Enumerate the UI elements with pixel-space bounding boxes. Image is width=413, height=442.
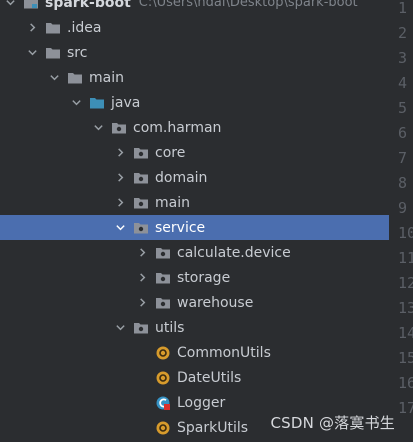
chevron-down-icon[interactable] [112, 215, 128, 240]
tree-node-src[interactable]: src [0, 40, 389, 65]
watermark: CSDN @落寞书生 [270, 414, 395, 432]
tree-node-label: domain [155, 169, 208, 186]
tree-node-label: Logger [177, 394, 226, 411]
tree-node-domain[interactable]: domain [0, 165, 389, 190]
tree-node-main[interactable]: main [0, 65, 389, 90]
package-icon [132, 165, 150, 190]
package-icon [110, 115, 128, 140]
tree-node-label: com.harman [133, 119, 222, 136]
tree-node-storage[interactable]: storage [0, 265, 389, 290]
tree-node-main-package[interactable]: main [0, 190, 389, 215]
line-number: 6 [398, 124, 408, 142]
chevron-right-icon[interactable] [112, 190, 128, 215]
scala-object-icon [154, 365, 172, 390]
line-number: 13 [398, 299, 413, 317]
line-number: 16 [398, 374, 413, 392]
line-number: 1 [398, 0, 408, 17]
tree-node-core[interactable]: core [0, 140, 389, 165]
tree-node-label: storage [177, 269, 231, 286]
line-number: 14 [398, 324, 413, 342]
line-number: 8 [398, 174, 408, 192]
package-icon [154, 265, 172, 290]
tree-node-label: DateUtils [177, 369, 242, 386]
tree-node-label: main [89, 69, 124, 86]
package-icon [154, 240, 172, 265]
tree-node-java[interactable]: java [0, 90, 389, 115]
chevron-right-icon[interactable] [24, 15, 40, 40]
tree-node-label: main [155, 194, 190, 211]
package-icon [132, 190, 150, 215]
package-icon [132, 215, 150, 240]
tree-node-dateutils[interactable]: DateUtils [0, 365, 389, 390]
line-number: 17 [398, 399, 413, 417]
scala-object-icon [154, 340, 172, 365]
tree-node-com-harman[interactable]: com.harman [0, 115, 389, 140]
line-number: 3 [398, 49, 408, 67]
scala-object-icon [154, 415, 172, 440]
line-number: 12 [398, 274, 413, 292]
chevron-right-icon[interactable] [112, 140, 128, 165]
folder-icon [44, 15, 62, 40]
tree-node-commonutils[interactable]: CommonUtils [0, 340, 389, 365]
tree-node-idea[interactable]: .idea [0, 15, 389, 40]
module-folder-icon [22, 0, 40, 15]
chevron-right-icon[interactable] [134, 290, 150, 315]
package-icon [132, 140, 150, 165]
tree-node-utils[interactable]: utils [0, 315, 389, 340]
chevron-down-icon[interactable] [90, 115, 106, 140]
tree-node-label: spark-boot [45, 0, 131, 11]
line-number: 5 [398, 99, 408, 117]
tree-node-label: service [155, 219, 206, 236]
chevron-right-icon[interactable] [134, 265, 150, 290]
tree-node-service[interactable]: service [0, 215, 389, 240]
folder-icon [66, 65, 84, 90]
chevron-down-icon[interactable] [24, 40, 40, 65]
tree-node-warehouse[interactable]: warehouse [0, 290, 389, 315]
project-path: C:\Users\hdai\Desktop\spark-boot [138, 0, 358, 10]
chevron-right-icon[interactable] [112, 165, 128, 190]
line-number: 7 [398, 149, 408, 167]
chevron-right-icon[interactable] [134, 240, 150, 265]
tree-node-label: CommonUtils [177, 344, 271, 361]
tree-node-label: .idea [67, 19, 102, 36]
line-number: 9 [398, 199, 408, 217]
tree-node-label: calculate.device [177, 244, 291, 261]
chevron-down-icon[interactable] [46, 65, 62, 90]
tree-node-label: warehouse [177, 294, 254, 311]
line-number: 11 [398, 249, 413, 267]
tree-node-label: SparkUtils [177, 419, 249, 436]
line-number: 4 [398, 74, 408, 92]
tree-node-label: src [67, 44, 88, 61]
project-tree[interactable]: spark-boot C:\Users\hdai\Desktop\spark-bo… [0, 0, 389, 442]
tree-node-label: utils [155, 319, 185, 336]
folder-icon [44, 40, 62, 65]
tree-node-label: core [155, 144, 186, 161]
tree-node-label: java [111, 94, 141, 111]
chevron-down-icon[interactable] [2, 0, 18, 15]
tree-node-spark-boot[interactable]: spark-boot C:\Users\hdai\Desktop\spark-bo… [0, 0, 389, 15]
source-folder-icon [88, 90, 106, 115]
chevron-down-icon[interactable] [112, 315, 128, 340]
tree-node-calculate-device[interactable]: calculate.device [0, 240, 389, 265]
line-number: 2 [398, 24, 408, 42]
package-icon [132, 315, 150, 340]
package-icon [154, 290, 172, 315]
line-number: 10 [398, 224, 413, 242]
scala-trait-error-icon [154, 390, 172, 415]
line-number: 15 [398, 349, 413, 367]
chevron-down-icon[interactable] [68, 90, 84, 115]
